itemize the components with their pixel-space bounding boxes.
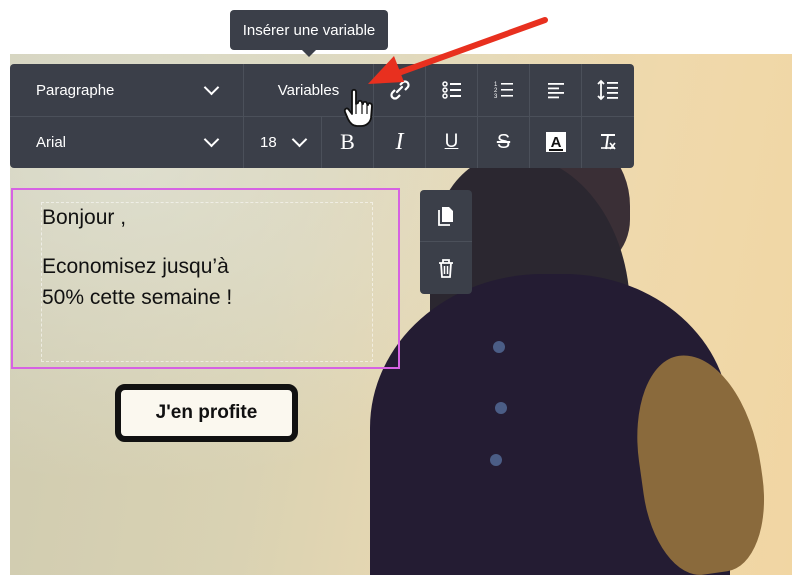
offer-line-2: 50% cette semaine ! xyxy=(42,286,233,309)
text-color-icon: A xyxy=(545,132,566,152)
block-format-select[interactable]: Paragraphe xyxy=(10,64,244,116)
coat-button xyxy=(490,454,502,466)
chevron-down-icon xyxy=(291,131,308,148)
delete-block-button[interactable] xyxy=(420,242,472,294)
chevron-down-icon xyxy=(203,131,220,148)
block-format-value: Paragraphe xyxy=(36,81,115,99)
underline-button[interactable]: U xyxy=(426,116,478,168)
font-family-value: Arial xyxy=(36,133,67,151)
clear-format-icon xyxy=(601,134,616,150)
svg-text:3: 3 xyxy=(494,94,498,100)
trash-icon xyxy=(439,259,453,278)
cta-label: J'en profite xyxy=(155,402,258,423)
strikethrough-icon: S xyxy=(496,130,511,153)
greeting-text[interactable]: Bonjour , xyxy=(42,206,126,230)
annotation-arrow-icon xyxy=(368,17,548,84)
clear-format-button[interactable] xyxy=(582,116,634,168)
copy-icon xyxy=(438,206,453,226)
line-height-icon xyxy=(597,79,618,101)
underline-icon: U xyxy=(444,131,459,152)
coat-button xyxy=(495,402,507,414)
offer-text[interactable]: Economisez jusqu’à 50% cette semaine ! xyxy=(42,251,382,313)
variables-label: Variables xyxy=(277,81,340,99)
text-color-button[interactable]: A xyxy=(530,116,582,168)
strikethrough-button[interactable]: S xyxy=(478,116,530,168)
font-family-select[interactable]: Arial xyxy=(10,116,244,168)
hand-cursor-icon xyxy=(343,88,373,127)
chevron-down-icon xyxy=(203,79,220,96)
block-actions xyxy=(420,190,472,294)
coat-button xyxy=(493,341,505,353)
line-height-button[interactable] xyxy=(582,64,634,116)
svg-text:A: A xyxy=(550,134,561,151)
italic-icon: I xyxy=(395,128,404,155)
tooltip-text: Insérer une variable xyxy=(242,21,376,39)
bold-icon: B xyxy=(340,129,355,154)
duplicate-block-button[interactable] xyxy=(420,190,472,242)
cta-button[interactable]: J'en profite xyxy=(115,384,298,442)
italic-button[interactable]: I xyxy=(374,116,426,168)
font-size-value: 18 xyxy=(260,133,277,151)
toolbar-row-2: Arial 18 B I U S A xyxy=(10,116,634,168)
font-size-select[interactable]: 18 xyxy=(244,116,322,168)
offer-line-1: Economisez jusqu’à xyxy=(42,255,229,278)
